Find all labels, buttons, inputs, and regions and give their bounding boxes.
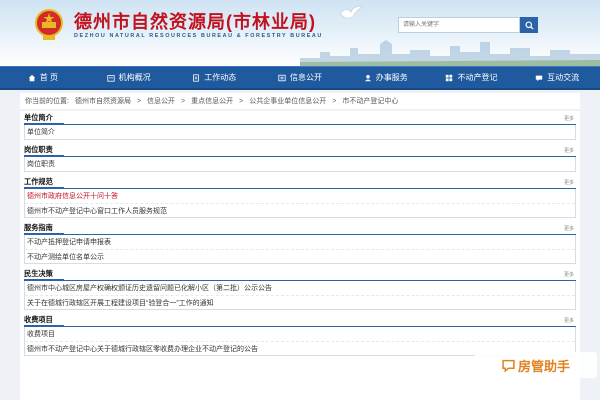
watermark-text: 房管助手 xyxy=(517,358,570,374)
section-header: 收费项目 更多 xyxy=(24,315,576,327)
section-fees: 收费项目 更多 收费项目 德州市不动产登记中心关于德城行政辖区零收费办理企业不动… xyxy=(24,315,576,356)
nav-home[interactable]: 首 页 xyxy=(0,67,86,88)
list-item[interactable]: 德州市中心城区房屋产权确权颁证历史遗留问题已化解小区（第二批）公示公告 xyxy=(25,281,575,295)
list-item[interactable]: 单位简介 xyxy=(25,125,575,139)
nav-label: 信息公开 xyxy=(290,73,323,82)
breadcrumb-prefix: 你当前的位置: xyxy=(25,98,69,105)
section-body: 不动产抵押登记申请申报表 不动产测绘单位名单公示 xyxy=(24,235,576,264)
nav-services[interactable]: 办事服务 xyxy=(343,67,429,88)
section-intro: 单位简介 更多 单位简介 xyxy=(24,111,576,140)
national-emblem-icon xyxy=(35,9,63,40)
section-body: 德州市政府信息公开十问十答 德州市不动产登记中心窗口工作人员服务规范 xyxy=(24,189,576,218)
breadcrumb-separator: > xyxy=(332,97,337,105)
search-input[interactable] xyxy=(399,18,519,32)
nav-label: 机构概况 xyxy=(118,73,151,82)
more-link[interactable]: 更多 xyxy=(564,317,574,324)
breadcrumb-separator: > xyxy=(239,97,244,105)
search-button[interactable] xyxy=(520,17,538,33)
chat-bubble-icon xyxy=(502,359,515,372)
section-body: 岗位职责 xyxy=(24,157,576,172)
home-icon xyxy=(28,74,35,81)
document-icon xyxy=(193,73,200,82)
dove-icon xyxy=(339,6,363,19)
section-title: 单位简介 xyxy=(24,113,64,125)
breadcrumb-separator: > xyxy=(136,97,142,105)
list-item[interactable]: 不动产抵押登记申请申报表 xyxy=(25,235,575,249)
section-header: 单位简介 更多 xyxy=(24,113,576,125)
section-title: 收费项目 xyxy=(24,315,64,327)
breadcrumb-link[interactable]: 重点信息公开 xyxy=(191,96,233,106)
nav-interaction[interactable]: 互动交流 xyxy=(514,67,600,88)
nav-news[interactable]: 工作动态 xyxy=(171,67,257,88)
search-box[interactable] xyxy=(398,17,520,33)
grid-icon xyxy=(446,74,453,81)
section-body: 单位简介 xyxy=(24,125,576,140)
section-header: 服务指南 更多 xyxy=(24,223,576,235)
building-icon xyxy=(106,74,115,82)
section-title: 工作规范 xyxy=(24,177,64,189)
service-icon xyxy=(364,74,371,81)
more-link[interactable]: 更多 xyxy=(564,271,574,278)
section-header: 民生决策 更多 xyxy=(24,269,576,281)
section-title: 服务指南 xyxy=(24,223,64,235)
section-standards: 工作规范 更多 德州市政府信息公开十问十答 德州市不动产登记中心窗口工作人员服务… xyxy=(24,177,576,218)
nav-about[interactable]: 机构概况 xyxy=(86,67,172,88)
info-icon xyxy=(278,74,286,81)
breadcrumb-link[interactable]: 信息公开 xyxy=(147,96,175,106)
section-title: 民生决策 xyxy=(24,269,64,281)
site-header: 德州市自然资源局(市林业局) DEZHOU NATURAL RESOURCES … xyxy=(0,0,600,66)
watermark: 房管助手 xyxy=(475,352,597,378)
list-item[interactable]: 德州市政府信息公开十问十答 xyxy=(25,189,575,203)
nav-info[interactable]: 信息公开 xyxy=(257,67,343,88)
site-title: 德州市自然资源局(市林业局) xyxy=(74,12,316,32)
list-item[interactable]: 收费项目 xyxy=(25,327,575,341)
breadcrumb-link[interactable]: 公共企事业单位信息公开 xyxy=(249,96,326,106)
section-title: 岗位职责 xyxy=(24,145,64,157)
section-header: 岗位职责 更多 xyxy=(24,145,576,157)
main-nav: 首 页 机构概况 工作动态 信息公开 办事服务 不动产登记 互动交流 xyxy=(0,66,600,90)
breadcrumb-current[interactable]: 市不动产登记中心 xyxy=(342,96,398,106)
section-decisions: 民生决策 更多 德州市中心城区房屋产权确权颁证历史遗留问题已化解小区（第二批）公… xyxy=(24,269,576,310)
section-duties: 岗位职责 更多 岗位职责 xyxy=(24,145,576,172)
nav-label: 不动产登记 xyxy=(457,73,498,82)
nav-registration[interactable]: 不动产登记 xyxy=(429,67,515,88)
chat-icon xyxy=(535,75,543,81)
more-link[interactable]: 更多 xyxy=(564,225,574,232)
more-link[interactable]: 更多 xyxy=(564,115,574,122)
nav-label: 互动交流 xyxy=(547,73,580,82)
search-icon xyxy=(524,20,534,30)
nav-label: 首 页 xyxy=(39,73,58,82)
site-subtitle: DEZHOU NATURAL RESOURCES BUREAU & FOREST… xyxy=(74,33,323,39)
list-item[interactable]: 关于在德城行政辖区开展工程建设项目“验登合一”工作的通知 xyxy=(25,295,575,309)
section-body: 德州市中心城区房屋产权确权颁证历史遗留问题已化解小区（第二批）公示公告 关于在德… xyxy=(24,281,576,310)
skyline-illustration xyxy=(300,40,600,66)
list-item[interactable]: 岗位职责 xyxy=(25,157,575,171)
breadcrumb: 你当前的位置: 德州市自然资源局 > 信息公开 > 重点信息公开 > 公共企事业… xyxy=(20,93,580,109)
list-item[interactable]: 不动产测绘单位名单公示 xyxy=(25,249,575,263)
nav-label: 工作动态 xyxy=(204,73,237,82)
breadcrumb-link[interactable]: 德州市自然资源局 xyxy=(75,96,131,106)
section-header: 工作规范 更多 xyxy=(24,177,576,189)
more-link[interactable]: 更多 xyxy=(564,179,574,186)
nav-label: 办事服务 xyxy=(375,73,408,82)
section-guide: 服务指南 更多 不动产抵押登记申请申报表 不动产测绘单位名单公示 xyxy=(24,223,576,264)
more-link[interactable]: 更多 xyxy=(564,147,574,154)
list-item[interactable]: 德州市不动产登记中心窗口工作人员服务规范 xyxy=(25,203,575,217)
breadcrumb-separator: > xyxy=(181,97,186,105)
